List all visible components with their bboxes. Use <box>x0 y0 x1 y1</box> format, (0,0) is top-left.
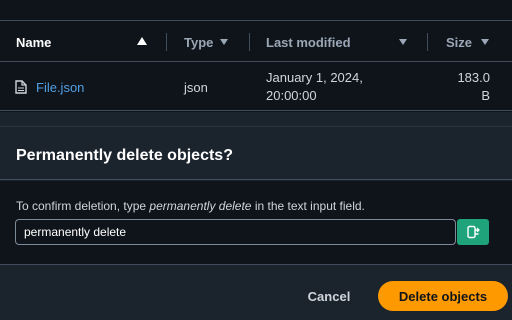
file-icon <box>15 80 27 94</box>
file-size-value: 183.0 <box>457 70 490 85</box>
sort-ascending-icon[interactable] <box>137 37 147 45</box>
column-divider[interactable] <box>166 33 167 51</box>
table-header: Name Type Last modified Size <box>0 20 512 62</box>
file-size: 183.0 B <box>440 69 490 105</box>
instruction-prefix: To confirm deletion, type <box>16 199 150 213</box>
sort-caret-down-icon[interactable] <box>399 39 407 45</box>
column-divider[interactable] <box>427 33 428 51</box>
modal-footer: Cancel Delete objects <box>0 266 512 320</box>
modal-title: Permanently delete objects? <box>16 147 233 164</box>
confirm-delete-input[interactable] <box>15 219 456 245</box>
column-divider[interactable] <box>249 33 250 51</box>
objects-table: Name Type Last modified Size File.json j… <box>0 0 512 112</box>
file-name-link[interactable]: File.json <box>36 80 84 95</box>
table-row: File.json json January 1, 2024, 20:00:00… <box>0 63 512 111</box>
delete-objects-button[interactable]: Delete objects <box>378 281 508 311</box>
last-modified-time: 20:00:00 <box>266 88 317 103</box>
file-size-unit: B <box>481 88 490 103</box>
sort-caret-down-icon[interactable] <box>220 39 228 45</box>
cancel-button[interactable]: Cancel <box>296 284 362 308</box>
confirm-instruction: To confirm deletion, type permanently de… <box>16 199 365 213</box>
instruction-phrase: permanently delete <box>149 199 252 213</box>
column-header-name[interactable]: Name <box>16 21 156 63</box>
column-header-size[interactable]: Size <box>446 21 506 63</box>
last-modified: January 1, 2024, 20:00:00 <box>266 69 396 105</box>
sort-caret-down-icon[interactable] <box>481 39 489 45</box>
input-addon-button[interactable] <box>457 219 489 245</box>
last-modified-date: January 1, 2024, <box>266 70 363 85</box>
clipboard-icon <box>467 225 480 239</box>
column-header-last-modified[interactable]: Last modified <box>266 21 416 63</box>
instruction-suffix: in the text input field. <box>251 199 365 213</box>
modal-body: To confirm deletion, type permanently de… <box>0 181 512 265</box>
file-type: json <box>184 80 208 95</box>
modal-header: Permanently delete objects? <box>0 126 512 180</box>
